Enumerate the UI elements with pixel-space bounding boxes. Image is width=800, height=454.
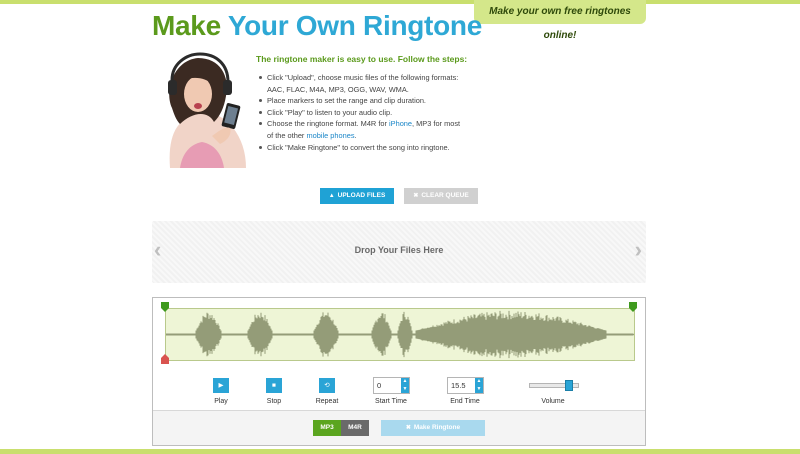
waveform-area[interactable]	[165, 308, 635, 361]
step-1: Click "Upload", choose music files of th…	[258, 72, 468, 95]
clear-queue-button[interactable]: ✖ Clear queue	[404, 188, 478, 204]
instructions-list: Click "Upload", choose music files of th…	[258, 72, 468, 153]
format-m4r-toggle[interactable]: M4R	[341, 420, 369, 436]
mobile-phones-link[interactable]: mobile phones	[306, 131, 354, 140]
volume-slider-handle[interactable]	[565, 380, 573, 391]
volume-label: Volume	[541, 398, 565, 405]
make-ringtone-button[interactable]: ✖ Make Ringtone	[381, 420, 485, 436]
format-mp3-toggle[interactable]: MP3	[313, 420, 341, 436]
clear-queue-label: Clear queue	[421, 192, 469, 199]
end-time-stepper[interactable]: 15.5 ▲ ▼	[447, 377, 484, 394]
repeat-icon: ⟲	[324, 382, 330, 389]
logo-part-ringtone: Your Own Ringtone	[227, 10, 482, 41]
step-4-pre: Choose the ringtone format. M4R for	[267, 119, 390, 129]
waveform	[166, 310, 634, 359]
dropzone-text: Drop Your Files Here	[354, 245, 444, 255]
play-button[interactable]: ▶	[213, 378, 229, 393]
play-icon: ▶	[218, 382, 224, 389]
hero-illustration	[168, 52, 246, 168]
step-2: Place markers to set the range and clip …	[258, 95, 468, 107]
upload-icon: ▲	[328, 193, 335, 199]
upload-files-label: Upload files	[337, 192, 386, 199]
repeat-label: Repeat	[315, 398, 339, 405]
end-time-value[interactable]: 15.5	[451, 378, 466, 393]
start-time-label: Start Time	[375, 398, 407, 405]
playhead-marker-handle[interactable]	[161, 354, 169, 364]
chevron-down-icon[interactable]: ▼	[475, 386, 483, 394]
step-4: Choose the ringtone format. M4R for iPho…	[258, 118, 468, 141]
step-3: Click "Play" to listen to your audio cli…	[258, 107, 468, 119]
stop-icon: ■	[272, 382, 276, 389]
start-time-value[interactable]: 0	[377, 378, 381, 393]
repeat-button[interactable]: ⟲	[319, 378, 335, 393]
upload-files-button[interactable]: ▲ Upload files	[320, 188, 394, 204]
start-marker-handle[interactable]	[161, 302, 169, 312]
end-time-label: End Time	[450, 398, 480, 405]
logo-part-make: Make	[152, 10, 228, 41]
step-4-post: .	[354, 130, 357, 140]
chevron-down-icon[interactable]: ▼	[401, 386, 409, 394]
play-label: Play	[214, 398, 228, 405]
ringtone-editor: ▶ Play ■ Stop ⟲ Repeat 0 ▲ ▼ Start Time 1…	[152, 297, 646, 446]
chevron-up-icon[interactable]: ▲	[401, 378, 409, 386]
site-logo[interactable]: Make Your Own Ringtone	[152, 10, 482, 42]
chevron-up-icon[interactable]: ▲	[475, 378, 483, 386]
bottom-accent-line	[0, 449, 800, 454]
chevron-right-icon[interactable]: ›	[635, 239, 642, 261]
step-5: Click "Make Ringtone" to convert the son…	[258, 142, 468, 154]
file-dropzone[interactable]: ‹ Drop Your Files Here ›	[152, 221, 646, 283]
clear-icon: ✖	[413, 193, 419, 199]
stop-button[interactable]: ■	[266, 378, 282, 393]
format-toolbar: MP3 M4R ✖ Make Ringtone	[153, 410, 645, 445]
stop-label: Stop	[266, 398, 282, 405]
make-ringtone-label: Make Ringtone	[413, 424, 461, 431]
start-time-stepper[interactable]: 0 ▲ ▼	[373, 377, 410, 394]
tagline-badge: Make your own free ringtones online!	[474, 0, 646, 41]
end-time-arrows[interactable]: ▲ ▼	[475, 378, 483, 393]
make-ringtone-icon: ✖	[405, 425, 411, 431]
start-time-arrows[interactable]: ▲ ▼	[401, 378, 409, 393]
iphone-link[interactable]: iPhone	[389, 119, 412, 128]
intro-heading: The ringtone maker is easy to use. Follo…	[256, 54, 468, 64]
top-accent-line	[0, 0, 800, 4]
end-marker-handle[interactable]	[629, 302, 637, 312]
